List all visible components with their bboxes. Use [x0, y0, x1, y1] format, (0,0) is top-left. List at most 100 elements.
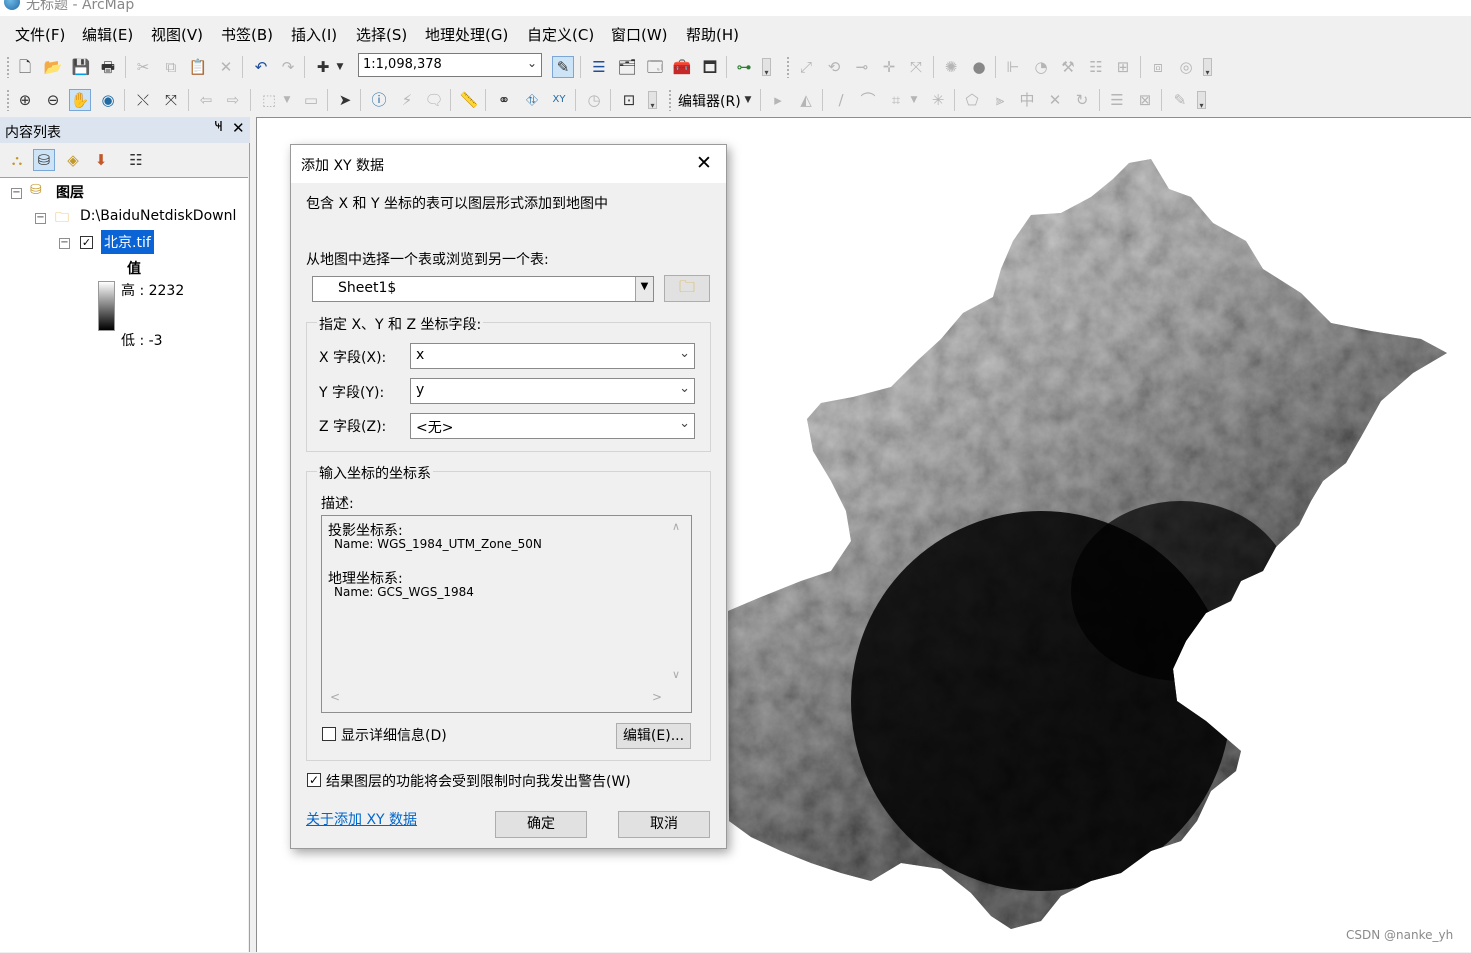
cancel-button[interactable]: 取消: [618, 811, 710, 838]
georef-rotate-icon[interactable]: ⟲: [823, 56, 845, 78]
go-back-icon[interactable]: ⇦: [195, 89, 217, 111]
layer-visibility-checkbox[interactable]: ✓: [80, 236, 93, 249]
model-builder-icon[interactable]: ⊶: [733, 56, 755, 78]
menu-help[interactable]: 帮助(H): [686, 24, 739, 45]
menu-selection[interactable]: 选择(S): [356, 24, 407, 45]
toolbar-overflow-icon[interactable]: ▾: [1197, 91, 1206, 110]
copy-icon[interactable]: ⧉: [160, 56, 182, 78]
ok-button[interactable]: 确定: [495, 811, 587, 838]
menu-bookmarks[interactable]: 书签(B): [221, 24, 273, 45]
toolbar-grip[interactable]: [6, 89, 10, 111]
arctoolbox-icon[interactable]: 🧰: [671, 56, 693, 78]
go-forward-icon[interactable]: ⇨: [222, 89, 244, 111]
editor-toolbar-icon[interactable]: ✎: [552, 56, 574, 78]
menu-windows[interactable]: 窗口(W): [611, 24, 668, 45]
menu-customize[interactable]: 自定义(C): [527, 24, 594, 45]
z-field-select[interactable]: <无> ⌄: [410, 413, 695, 439]
find-route-icon[interactable]: ⛗: [521, 89, 543, 111]
paste-icon[interactable]: 📋: [187, 56, 209, 78]
trace-icon[interactable]: ⌗: [885, 89, 907, 111]
edit-crs-button[interactable]: 编辑(E)...: [616, 723, 691, 749]
time-slider-icon[interactable]: ◷: [583, 89, 605, 111]
list-by-drawing-order-icon[interactable]: ⛬: [6, 149, 28, 171]
layer-name-label[interactable]: 北京.tif: [101, 230, 154, 254]
about-add-xy-link[interactable]: 关于添加 XY 数据: [306, 809, 417, 829]
measure-icon[interactable]: 📏: [458, 89, 480, 111]
zoom-out-icon[interactable]: ⊖: [42, 89, 64, 111]
close-icon[interactable]: ✕: [232, 119, 245, 137]
editor-menu[interactable]: 编辑器(R): [678, 91, 741, 111]
animation-icon[interactable]: ◔: [1030, 56, 1052, 78]
layers-root-label[interactable]: 图层: [56, 182, 84, 202]
grid-tool-icon[interactable]: ⊞: [1112, 56, 1134, 78]
georef-move-icon[interactable]: ⤧: [905, 56, 927, 78]
toolbar-grip[interactable]: [6, 56, 10, 78]
select-dropdown-icon[interactable]: ▼: [281, 89, 293, 111]
sketch-properties-icon[interactable]: ⊠: [1134, 89, 1156, 111]
folder-path-label[interactable]: D:\BaiduNetdiskDownl: [80, 208, 236, 224]
georef-add-point-icon[interactable]: ✛: [878, 56, 900, 78]
collapse-layer-icon[interactable]: −: [59, 238, 70, 249]
x-field-select[interactable]: x ⌄: [410, 343, 695, 369]
add-data-dropdown-icon[interactable]: ▼: [334, 56, 346, 78]
edit-annotation-icon[interactable]: ◭: [795, 89, 817, 111]
menu-file[interactable]: 文件(F): [15, 24, 65, 45]
toolbar-overflow-icon[interactable]: ▾: [762, 58, 771, 77]
toc-options-icon[interactable]: ☷: [125, 149, 147, 171]
edit-vertices-icon[interactable]: ⬠: [961, 89, 983, 111]
print-icon[interactable]: 🖶: [97, 56, 119, 78]
scroll-up-icon[interactable]: ∧: [672, 520, 680, 533]
edit-tool-icon[interactable]: ▸: [767, 89, 789, 111]
create-viewer-window-icon[interactable]: ⊡: [618, 89, 640, 111]
scroll-down-icon[interactable]: ∨: [672, 668, 680, 681]
y-field-select[interactable]: y ⌄: [410, 378, 695, 404]
table-select[interactable]: Sheet1$ ▼: [312, 276, 654, 302]
scroll-left-icon[interactable]: <: [330, 690, 340, 704]
clear-selection-icon[interactable]: ▭: [300, 89, 322, 111]
georef-fit-icon[interactable]: ⤢: [795, 56, 817, 78]
topology-icon[interactable]: ⊩: [1002, 56, 1024, 78]
toolbar-grip[interactable]: [786, 56, 790, 78]
chevron-down-icon[interactable]: ⌄: [679, 416, 690, 431]
globe-gray-icon[interactable]: ●: [968, 56, 990, 78]
cut-polygons-icon[interactable]: 中: [1016, 89, 1038, 111]
straight-segment-icon[interactable]: ∕: [830, 89, 852, 111]
fixed-zoom-in-icon[interactable]: ⤬: [132, 89, 154, 111]
identify-info-icon[interactable]: ⓘ: [368, 89, 390, 111]
open-folder-icon[interactable]: 🗀: [664, 275, 710, 302]
sparkle-icon[interactable]: ✺: [940, 56, 962, 78]
find-binoculars-icon[interactable]: ⚭: [493, 89, 515, 111]
attributes-icon[interactable]: ☰: [1106, 89, 1128, 111]
cut-icon[interactable]: ✂: [132, 56, 154, 78]
menu-insert[interactable]: 插入(I): [291, 24, 337, 45]
open-icon[interactable]: 📂: [42, 56, 64, 78]
crs-description-box[interactable]: 投影坐标系: Name: WGS_1984_UTM_Zone_50N 地理坐标系…: [321, 515, 692, 713]
georef-link-icon[interactable]: ⊸: [851, 56, 873, 78]
toolbar-grip[interactable]: [668, 89, 672, 111]
pin-icon[interactable]: Ҹ: [214, 120, 223, 135]
collapse-layers-icon[interactable]: −: [11, 188, 22, 199]
point-icon[interactable]: ✳: [927, 89, 949, 111]
menu-geoprocessing[interactable]: 地理处理(G): [425, 24, 508, 45]
globe-tool-icon[interactable]: ◎: [1175, 56, 1197, 78]
toolbar-overflow-icon[interactable]: ▾: [648, 91, 657, 110]
menu-view[interactable]: 视图(V): [151, 24, 203, 45]
show-details-checkbox[interactable]: [322, 727, 336, 741]
layer-tool-icon[interactable]: ⧈: [1147, 56, 1169, 78]
table-of-contents-icon[interactable]: ☰: [588, 56, 610, 78]
pan-hand-icon[interactable]: ✋: [69, 89, 91, 111]
chevron-down-icon[interactable]: ▼: [635, 277, 653, 301]
collapse-folder-icon[interactable]: −: [35, 213, 46, 224]
select-elements-arrow-icon[interactable]: ➤: [334, 89, 356, 111]
undo-icon[interactable]: ↶: [250, 56, 272, 78]
split-icon[interactable]: ✕: [1044, 89, 1066, 111]
go-to-xy-icon[interactable]: XY: [548, 89, 570, 111]
reshape-icon[interactable]: ⫸: [989, 89, 1011, 111]
list-by-selection-icon[interactable]: ⬇: [90, 149, 112, 171]
hyperlink-icon[interactable]: ⚡: [396, 89, 418, 111]
html-popup-icon[interactable]: 🗨: [423, 89, 445, 111]
fixed-zoom-out-icon[interactable]: ⤧: [160, 89, 182, 111]
end-point-arc-icon[interactable]: ⌒: [857, 89, 879, 111]
select-features-icon[interactable]: ⬚: [258, 89, 280, 111]
catalog-icon[interactable]: 🗂: [616, 56, 638, 78]
